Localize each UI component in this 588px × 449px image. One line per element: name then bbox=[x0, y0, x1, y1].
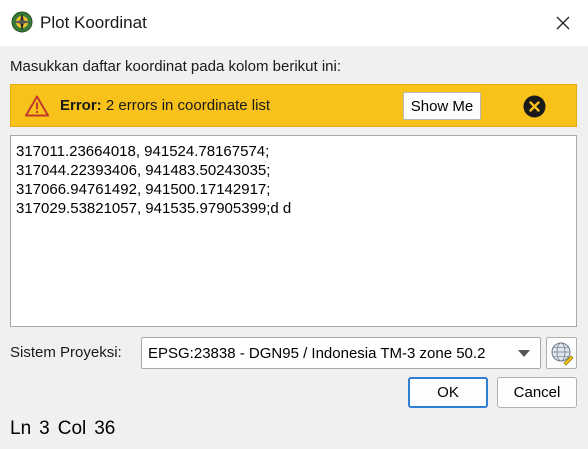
column-number: 36 bbox=[94, 418, 116, 439]
cancel-button[interactable]: Cancel bbox=[497, 377, 577, 408]
projection-label: Sistem Proyeksi: bbox=[10, 344, 122, 361]
dismiss-error-icon[interactable] bbox=[523, 95, 546, 118]
coordinate-line: 317029.53821057, 941535.97905399;d d bbox=[16, 200, 292, 217]
window-title: Plot Koordinat bbox=[40, 13, 147, 32]
close-icon bbox=[556, 16, 570, 30]
error-banner: Error: 2 errors in coordinate list Show … bbox=[10, 84, 577, 127]
line-label: Ln bbox=[10, 418, 32, 439]
coordinate-line: 317011.23664018, 941524.78167574; bbox=[16, 143, 270, 160]
window-close-button[interactable] bbox=[538, 0, 588, 46]
globe-edit-icon bbox=[551, 342, 574, 366]
error-detail: 2 errors in coordinate list bbox=[101, 97, 271, 114]
ok-button[interactable]: OK bbox=[408, 377, 488, 408]
cursor-position-status: Ln 3 Col 36 bbox=[10, 418, 123, 440]
column-label: Col bbox=[57, 418, 87, 439]
chevron-down-icon bbox=[518, 350, 530, 357]
projection-select[interactable]: EPSG:23838 - DGN95 / Indonesia TM-3 zone… bbox=[141, 337, 541, 369]
error-message: Error: 2 errors in coordinate list bbox=[60, 97, 270, 114]
coordinate-line: 317066.94761492, 941500.17142917; bbox=[16, 181, 271, 198]
projection-picker-button[interactable] bbox=[546, 337, 577, 369]
title-bar: Plot Koordinat bbox=[0, 0, 588, 46]
instruction-label: Masukkan daftar koordinat pada kolom ber… bbox=[10, 58, 342, 75]
error-label: Error: bbox=[60, 97, 102, 114]
warning-icon bbox=[25, 95, 49, 117]
show-me-button[interactable]: Show Me bbox=[403, 92, 481, 120]
coordinate-line: 317044.22393406, 941483.50243035; bbox=[16, 162, 271, 179]
line-number: 3 bbox=[39, 418, 50, 439]
projection-value: EPSG:23838 - DGN95 / Indonesia TM-3 zone… bbox=[148, 345, 486, 362]
globe-compass-icon bbox=[11, 11, 33, 33]
coordinate-input[interactable]: 317011.23664018, 941524.78167574; 317044… bbox=[10, 135, 577, 327]
